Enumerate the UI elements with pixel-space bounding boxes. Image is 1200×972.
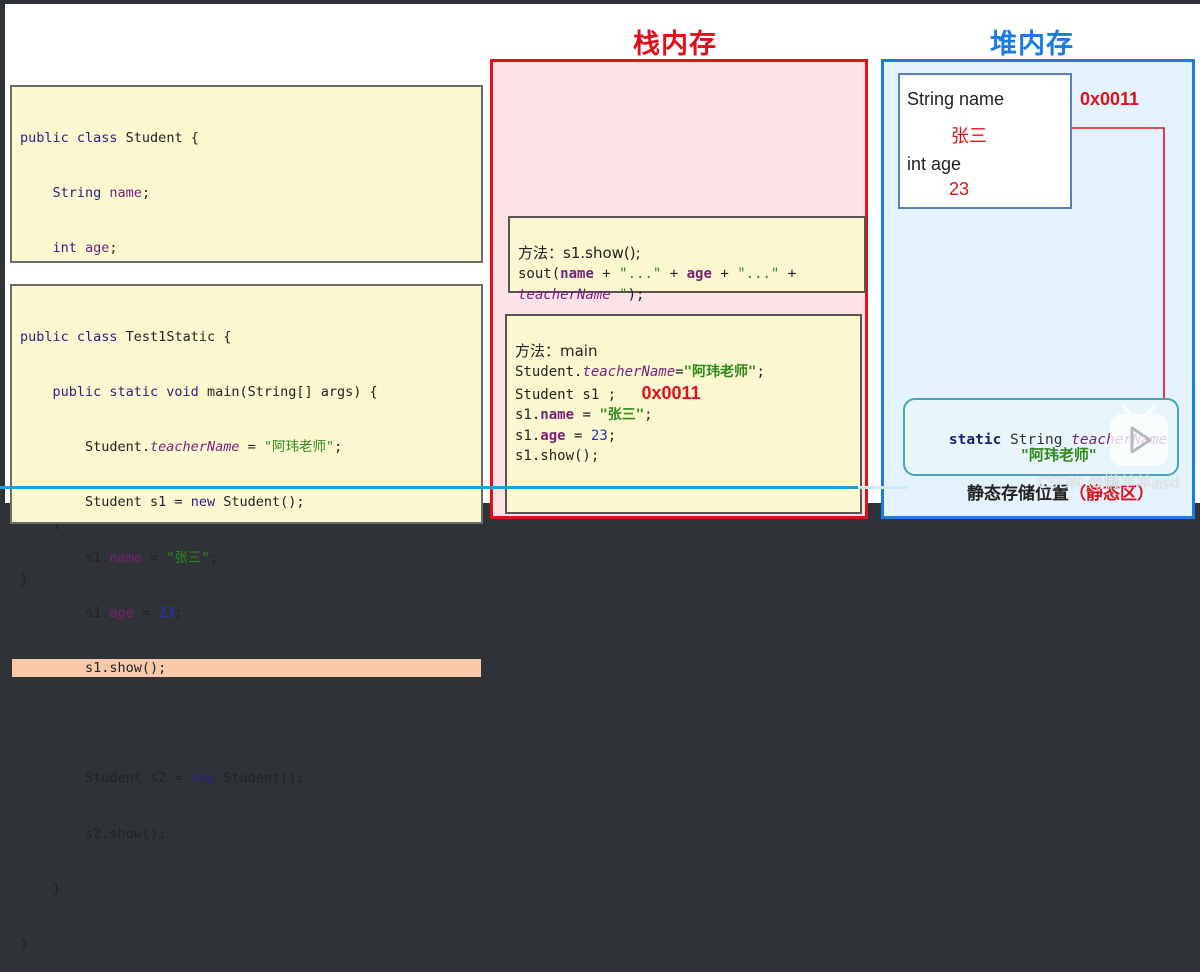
stack-frame-show: 方法：s1.show(); sout(name + "..." + age + … xyxy=(508,216,866,303)
heap-object-address: 0x0011 xyxy=(1080,89,1140,109)
field-label-name: String name xyxy=(907,89,1005,109)
play-icon xyxy=(1122,404,1156,454)
frame-header: 方法：main xyxy=(515,341,598,360)
code-line: String name; xyxy=(52,185,151,202)
code-text: Student { xyxy=(117,129,199,146)
code-line: public class Test1Static { xyxy=(20,328,232,345)
stack-memory-title: 栈内存 xyxy=(633,29,717,60)
field-value-age: 23 xyxy=(949,179,970,199)
field-name: age xyxy=(76,240,110,257)
frame-header: 方法：s1.show(); xyxy=(518,243,641,262)
keyword: public class xyxy=(20,129,118,146)
s1-address: 0x0011 xyxy=(641,382,701,403)
code-line: Student.teacherName = "阿玮老师"; xyxy=(20,439,343,456)
keyword: static xyxy=(948,432,1002,449)
stack-frame-main: 方法：main Student.teacherName="阿玮老师"; Stud… xyxy=(505,314,862,514)
code-line: Student s2 = new Student(); xyxy=(20,770,305,787)
keyword: int xyxy=(52,240,77,257)
code-line: } xyxy=(20,880,61,897)
heap-object-student: String name 张三 int age 23 xyxy=(898,73,1072,209)
field-label-age: int age xyxy=(907,154,962,174)
highlighted-code-line: s1.show(); xyxy=(12,659,481,678)
keyword: String xyxy=(52,185,102,202)
arrow-line xyxy=(1072,127,1165,402)
code-line: s2.show(); xyxy=(20,825,167,842)
field-value-name: 张三 xyxy=(951,126,987,146)
watermark: CSDN @懒羊羊asd xyxy=(1037,473,1181,492)
code-line: s1.age = 23; xyxy=(20,604,183,621)
field-name: name xyxy=(101,185,142,202)
reference-arrow xyxy=(1072,127,1169,410)
code-line: } xyxy=(20,571,29,588)
tv-play-icon[interactable] xyxy=(1110,404,1168,466)
code-line: s1.name = "张三"; xyxy=(20,549,218,566)
code-line: public class Student { xyxy=(12,129,481,147)
video-progress-bar[interactable] xyxy=(0,486,858,489)
student-class-code: public class Student { String name; int … xyxy=(10,85,483,587)
static-field-value: "阿玮老师" xyxy=(1021,446,1097,464)
heap-memory-title: 堆内存 xyxy=(990,29,1074,60)
code-line: int age; xyxy=(52,240,118,257)
code-line: } xyxy=(20,936,29,953)
code-line: public static void main(String[] args) { xyxy=(20,384,378,401)
